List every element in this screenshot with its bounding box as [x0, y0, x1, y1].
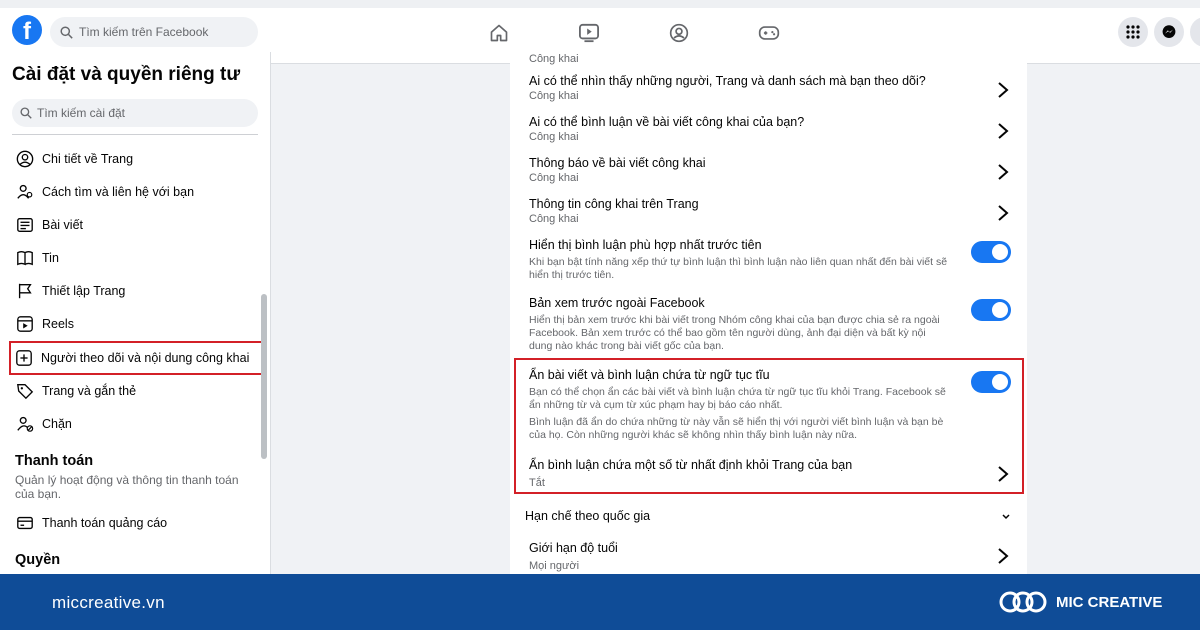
- sidebar-title: Cài đặt và quyền riêng tư: [12, 64, 241, 85]
- book-icon: [14, 247, 36, 269]
- browser-strip: [0, 0, 1200, 8]
- chevron-right-icon[interactable]: [997, 81, 1009, 99]
- sidebar-item-label: Trang và gắn thẻ: [42, 384, 137, 398]
- sidebar-item-label: Bài viết: [42, 218, 83, 232]
- sidebar-item-followers-public-content[interactable]: Người theo dõi và nội dung công khai: [9, 341, 264, 375]
- chevron-right-icon[interactable]: [997, 204, 1009, 222]
- sidebar-item-find-contact[interactable]: Cách tìm và liên hệ với bạn: [12, 177, 262, 207]
- post-icon: [14, 214, 36, 236]
- flag-icon: [14, 280, 36, 302]
- sidebar-item-label: Chặn: [42, 417, 72, 431]
- gaming-icon[interactable]: [756, 20, 782, 46]
- row-title: Thông tin công khai trên Trang: [529, 197, 699, 211]
- chevron-down-icon[interactable]: [1001, 513, 1011, 521]
- row-title: Giới hạn độ tuổi: [529, 541, 618, 555]
- nav-tabs: [486, 20, 782, 46]
- search-icon: [20, 107, 32, 119]
- chevron-right-icon[interactable]: [997, 547, 1009, 565]
- sidebar-item-stories[interactable]: Tin: [12, 243, 262, 273]
- row-title: Hiển thị bình luận phù hợp nhất trước ti…: [529, 238, 762, 252]
- notifications-icon[interactable]: [1190, 17, 1200, 47]
- row-public-post-notifications[interactable]: Thông báo về bài viết công khai Công kha…: [529, 156, 1019, 185]
- tag-icon: [14, 380, 36, 402]
- row-subtitle: Mọi người: [529, 560, 580, 572]
- facebook-search-placeholder: Tìm kiếm trên Facebook: [79, 25, 209, 39]
- facebook-logo-icon[interactable]: f: [12, 15, 42, 45]
- row-title: Thông báo về bài viết công khai: [529, 156, 706, 170]
- settings-sidebar: Cài đặt và quyền riêng tư Tìm kiếm cài đ…: [0, 52, 271, 574]
- sidebar-item-pages-tagging[interactable]: Trang và gắn thẻ: [12, 376, 262, 406]
- brand-footer: miccreative.vn MIC CREATIVE: [0, 574, 1200, 630]
- most-relevant-comments-toggle[interactable]: [971, 241, 1011, 263]
- user-circle-icon: [14, 148, 36, 170]
- sidebar-item-label: Reels: [42, 317, 74, 331]
- off-facebook-previews-toggle[interactable]: [971, 299, 1011, 321]
- sidebar-item-label: Cách tìm và liên hệ với bạn: [42, 185, 195, 199]
- row-title: Ai có thể bình luận về bài viết công kha…: [529, 115, 805, 129]
- video-icon[interactable]: [576, 20, 602, 46]
- row-description: Khi bạn bật tính năng xếp thứ tự bình lu…: [529, 256, 948, 281]
- messenger-icon[interactable]: [1154, 17, 1184, 47]
- row-subtitle: Công khai: [529, 90, 579, 102]
- country-restriction-section[interactable]: Hạn chế theo quốc gia: [525, 509, 650, 523]
- row-subtitle: Công khai: [529, 131, 579, 143]
- search-icon: [60, 25, 73, 39]
- row-off-facebook-previews: Bản xem trước ngoài Facebook Hiển thị bả…: [529, 296, 1019, 353]
- credit-card-icon: [14, 512, 36, 534]
- brand-name: MIC CREATIVE: [1056, 594, 1163, 611]
- payment-section-title: Thanh toán: [15, 453, 94, 469]
- row-description: Hiển thị bản xem trước khi bài viết tron…: [529, 314, 940, 352]
- sidebar-scrollbar[interactable]: [261, 294, 267, 459]
- sidebar-item-label: Thiết lập Trang: [42, 284, 126, 298]
- chevron-right-icon[interactable]: [997, 163, 1009, 181]
- facebook-search-input[interactable]: Tìm kiếm trên Facebook: [50, 17, 258, 47]
- home-icon[interactable]: [486, 20, 512, 46]
- payment-section-subtitle: Quản lý hoạt động và thông tin thanh toá…: [15, 473, 239, 501]
- sidebar-item-label: Thanh toán quảng cáo: [42, 516, 168, 530]
- row-subtitle: Công khai: [529, 213, 579, 225]
- menu-grid-icon[interactable]: [1118, 17, 1148, 47]
- cut-off-row: Công khai: [529, 52, 1019, 66]
- row-who-can-see-following[interactable]: Ai có thể nhìn thấy những người, Trang v…: [529, 74, 1019, 103]
- brand-url: miccreative.vn: [52, 593, 165, 612]
- row-who-can-comment[interactable]: Ai có thể bình luận về bài viết công kha…: [529, 115, 1019, 144]
- row-subtitle: Công khai: [529, 172, 579, 184]
- row-title: Bản xem trước ngoài Facebook: [529, 296, 705, 310]
- people-icon: [14, 181, 36, 203]
- sidebar-item-label: Người theo dõi và nội dung công khai: [41, 351, 250, 365]
- groups-icon[interactable]: [666, 20, 692, 46]
- sidebar-item-reels[interactable]: Reels: [12, 309, 262, 339]
- row-subtitle: Công khai: [529, 53, 579, 65]
- reels-icon: [14, 313, 36, 335]
- row-public-page-info[interactable]: Thông tin công khai trên Trang Công khai: [529, 197, 1019, 226]
- sidebar-divider: [12, 134, 258, 135]
- sidebar-item-label: Chi tiết về Trang: [42, 152, 134, 166]
- settings-search-input[interactable]: Tìm kiếm cài đặt: [12, 99, 258, 127]
- sidebar-item-label: Tin: [42, 251, 59, 265]
- highlight-box: [514, 358, 1024, 494]
- sidebar-item-blocking[interactable]: Chặn: [12, 409, 262, 439]
- mic-creative-logo-icon: [999, 591, 1047, 613]
- sidebar-item-page-details[interactable]: Chi tiết về Trang: [12, 144, 262, 174]
- row-most-relevant-comments: Hiển thị bình luận phù hợp nhất trước ti…: [529, 238, 1019, 282]
- block-user-icon: [14, 413, 36, 435]
- settings-search-placeholder: Tìm kiếm cài đặt: [37, 106, 126, 120]
- sidebar-item-page-setup[interactable]: Thiết lập Trang: [12, 276, 262, 306]
- sidebar-item-ad-payments[interactable]: Thanh toán quảng cáo: [12, 508, 262, 538]
- plus-square-icon: [13, 347, 35, 369]
- row-age-limit[interactable]: Giới hạn độ tuổi Mọi người: [529, 541, 1019, 573]
- chevron-right-icon[interactable]: [997, 122, 1009, 140]
- sidebar-item-posts[interactable]: Bài viết: [12, 210, 262, 240]
- row-title: Ai có thể nhìn thấy những người, Trang v…: [529, 74, 926, 88]
- permissions-section-title: Quyền: [15, 552, 61, 568]
- settings-panel: Công khai Ai có thể nhìn thấy những ngườ…: [510, 52, 1027, 574]
